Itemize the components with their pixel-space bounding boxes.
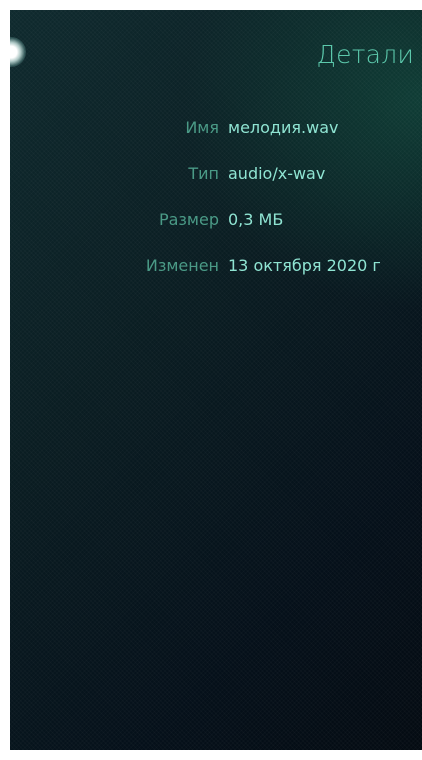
detail-row-name: Имя мелодия.wav	[10, 118, 422, 164]
page-title: Детали	[316, 40, 414, 69]
pulley-menu-glow-icon[interactable]	[10, 37, 26, 67]
detail-label-modified: Изменен	[145, 256, 219, 275]
detail-row-size: Размер 0,3 МБ	[10, 210, 422, 256]
detail-value-name: мелодия.wav	[228, 118, 339, 137]
detail-value-modified: 13 октября 2020 г	[228, 256, 381, 275]
detail-label-name: Имя	[185, 118, 219, 137]
details-page: Детали Имя мелодия.wav Тип audio/x-wav Р…	[10, 10, 422, 750]
detail-value-size: 0,3 МБ	[228, 210, 284, 229]
detail-value-type: audio/x-wav	[228, 164, 326, 183]
detail-row-modified: Изменен 13 октября 2020 г	[10, 256, 422, 302]
detail-row-type: Тип audio/x-wav	[10, 164, 422, 210]
detail-label-size: Размер	[158, 210, 219, 229]
detail-label-type: Тип	[188, 164, 219, 183]
details-list: Имя мелодия.wav Тип audio/x-wav Размер 0…	[10, 118, 422, 302]
